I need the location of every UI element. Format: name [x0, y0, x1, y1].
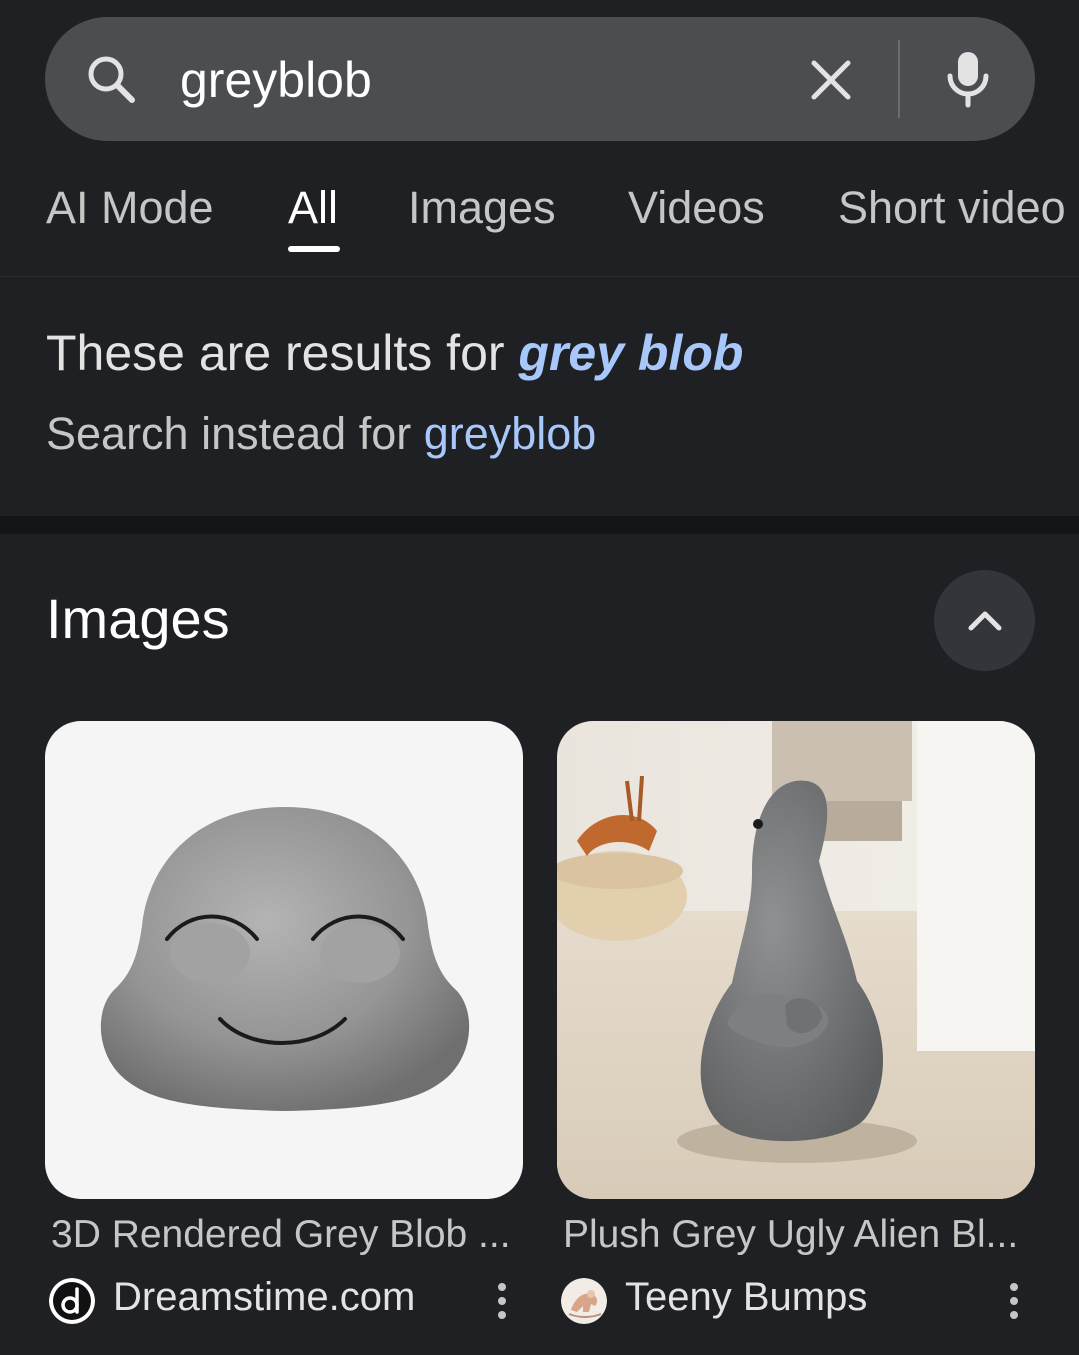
search-results-page: greyblob AI Mode All Images Videos Short…	[0, 0, 1079, 1355]
spelling-correction: These are results for grey blob	[46, 324, 743, 382]
original-query-link[interactable]: greyblob	[424, 408, 597, 459]
search-instead: Search instead for greyblob	[46, 408, 596, 460]
teeny-bumps-logo-icon	[561, 1278, 607, 1324]
microphone-icon[interactable]	[944, 48, 992, 110]
active-tab-indicator	[288, 246, 340, 252]
image-result-title[interactable]: 3D Rendered Grey Blob ...	[51, 1213, 511, 1257]
grey-blob-3d-face-image[interactable]	[45, 721, 523, 1199]
section-divider	[0, 516, 1079, 534]
tab-videos[interactable]: Videos	[628, 182, 765, 234]
chevron-up-icon	[968, 611, 1002, 631]
tab-short-videos[interactable]: Short video	[838, 182, 1066, 234]
search-bar[interactable]: greyblob	[45, 17, 1035, 141]
tab-ai-mode[interactable]: AI Mode	[46, 182, 214, 234]
dreamstime-logo-icon	[49, 1278, 95, 1324]
search-input[interactable]: greyblob	[180, 50, 372, 110]
source-name[interactable]: Teeny Bumps	[625, 1275, 867, 1320]
collapse-button[interactable]	[934, 570, 1035, 671]
more-options-icon[interactable]	[495, 1283, 509, 1323]
tab-images[interactable]: Images	[408, 182, 556, 234]
image-result-title[interactable]: Plush Grey Ugly Alien Bl...	[563, 1213, 1018, 1257]
search-tabs: AI Mode All Images Videos Short video	[0, 160, 1079, 277]
tab-all[interactable]: All	[288, 182, 338, 234]
search-icon	[88, 56, 135, 103]
corrected-query-link[interactable]: grey blob	[518, 325, 743, 381]
correction-prefix: These are results for	[46, 325, 519, 381]
source-name[interactable]: Dreamstime.com	[113, 1275, 415, 1320]
search-instead-prefix: Search instead for	[46, 408, 424, 459]
image-result-source[interactable]: Dreamstime.com	[49, 1273, 519, 1325]
grey-plush-alien-image[interactable]	[557, 721, 1035, 1199]
image-result-card[interactable]: 3D Rendered Grey Blob ... Dreamstime.com	[45, 721, 523, 1324]
image-result-source[interactable]: Teeny Bumps	[561, 1273, 1031, 1325]
images-section-heading: Images	[46, 587, 230, 650]
image-result-card[interactable]: Plush Grey Ugly Alien Bl... Teeny Bumps	[557, 721, 1035, 1324]
more-options-icon[interactable]	[1007, 1283, 1021, 1323]
search-bar-divider	[898, 40, 900, 118]
clear-icon[interactable]	[806, 55, 856, 105]
